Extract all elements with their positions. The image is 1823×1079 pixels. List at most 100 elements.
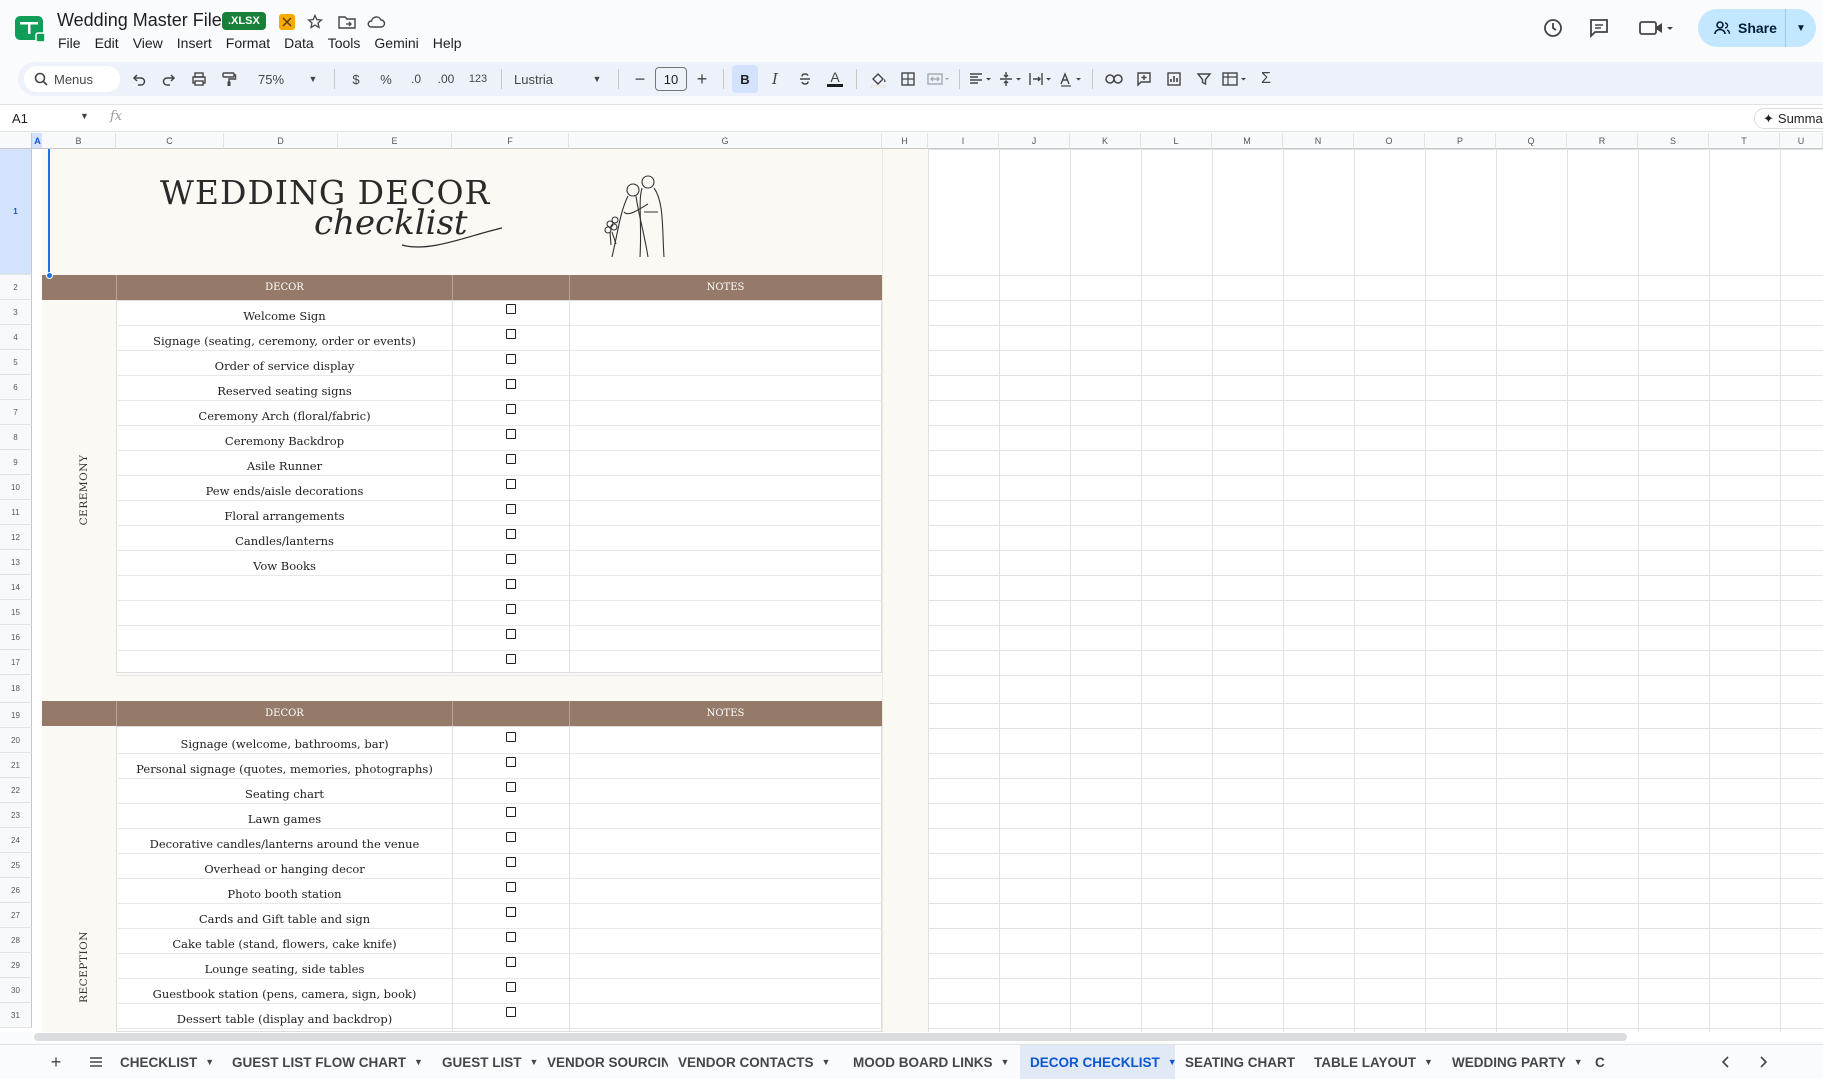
checkbox[interactable] xyxy=(506,957,516,967)
column-header[interactable]: T xyxy=(1709,133,1780,149)
tab-menu-icon[interactable]: ▼ xyxy=(822,1057,831,1067)
row-header[interactable]: 14 xyxy=(0,575,32,600)
row-header[interactable]: 4 xyxy=(0,325,32,350)
move-folder-icon[interactable] xyxy=(336,11,358,33)
filter-icon[interactable] xyxy=(1191,65,1217,93)
vertical-align-icon[interactable] xyxy=(998,65,1024,93)
row-header[interactable]: 25 xyxy=(0,853,32,878)
spreadsheet-grid[interactable]: WEDDING DECOR checklist DECOR NOTES DECO… xyxy=(0,133,1823,1032)
functions-button[interactable]: Σ xyxy=(1253,65,1279,93)
sheet-tab[interactable]: TABLE LAYOUT ▼ xyxy=(1304,1045,1442,1079)
column-header[interactable]: O xyxy=(1354,133,1425,149)
checkbox[interactable] xyxy=(506,807,516,817)
checkbox[interactable] xyxy=(506,1007,516,1017)
insert-chart-icon[interactable] xyxy=(1161,65,1187,93)
row-header[interactable]: 1 xyxy=(0,149,32,275)
decrease-font-size-icon[interactable]: − xyxy=(627,65,653,93)
scroll-tabs-left-icon[interactable] xyxy=(1716,1052,1736,1072)
text-wrapping-icon[interactable] xyxy=(1028,65,1054,93)
checkbox[interactable] xyxy=(506,982,516,992)
checkbox[interactable] xyxy=(506,379,516,389)
column-header[interactable]: E xyxy=(338,133,452,149)
zoom-select[interactable]: 75% xyxy=(246,65,296,93)
column-header[interactable]: Q xyxy=(1496,133,1567,149)
tab-menu-icon[interactable]: ▼ xyxy=(1001,1057,1010,1067)
zoom-dropdown-icon[interactable]: ▼ xyxy=(300,65,326,93)
column-header[interactable]: K xyxy=(1070,133,1141,149)
horizontal-align-icon[interactable] xyxy=(968,65,994,93)
row-header[interactable]: 15 xyxy=(0,600,32,625)
sheet-tab[interactable]: C xyxy=(1585,1045,1696,1079)
row-header[interactable]: 23 xyxy=(0,803,32,828)
checkbox[interactable] xyxy=(506,304,516,314)
filter-views-icon[interactable] xyxy=(1221,65,1249,93)
checkbox[interactable] xyxy=(506,654,516,664)
row-header[interactable]: 28 xyxy=(0,928,32,953)
sheet-tab[interactable]: VENDOR SOURCING▼ xyxy=(537,1045,668,1079)
share-button[interactable]: Share ▼ xyxy=(1698,9,1816,47)
checkbox[interactable] xyxy=(506,404,516,414)
checkbox[interactable] xyxy=(506,907,516,917)
row-header[interactable]: 11 xyxy=(0,500,32,525)
sheet-tab[interactable]: MOOD BOARD LINKS ▼ xyxy=(843,1045,1020,1079)
all-sheets-icon[interactable] xyxy=(86,1052,106,1072)
row-header[interactable]: 29 xyxy=(0,953,32,978)
checkbox[interactable] xyxy=(506,604,516,614)
summarize-button[interactable]: ✦ Summa xyxy=(1754,108,1823,129)
sheet-tab[interactable]: GUEST LIST FLOW CHART ▼ xyxy=(222,1045,432,1079)
column-header[interactable]: M xyxy=(1212,133,1283,149)
italic-button[interactable]: I xyxy=(762,65,788,93)
column-header[interactable]: P xyxy=(1425,133,1496,149)
increase-decimal-button[interactable]: .00 xyxy=(433,65,459,93)
print-icon[interactable] xyxy=(186,65,212,93)
tab-menu-icon[interactable]: ▼ xyxy=(414,1057,423,1067)
checkbox[interactable] xyxy=(506,932,516,942)
checkbox[interactable] xyxy=(506,782,516,792)
row-header[interactable]: 27 xyxy=(0,903,32,928)
row-header[interactable]: 31 xyxy=(0,1003,32,1028)
scroll-tabs-right-icon[interactable] xyxy=(1753,1052,1773,1072)
fill-color-icon[interactable] xyxy=(865,65,891,93)
percent-format-button[interactable]: % xyxy=(373,65,399,93)
text-color-button[interactable]: A xyxy=(822,65,848,93)
font-dropdown-icon[interactable]: ▼ xyxy=(584,65,610,93)
row-header[interactable]: 3 xyxy=(0,300,32,325)
checkbox[interactable] xyxy=(506,554,516,564)
checkbox[interactable] xyxy=(506,629,516,639)
scrollbar-thumb[interactable] xyxy=(34,1033,1627,1041)
row-header[interactable]: 19 xyxy=(0,703,32,728)
redo-icon[interactable] xyxy=(156,65,182,93)
row-header[interactable]: 16 xyxy=(0,625,32,650)
menu-insert[interactable]: Insert xyxy=(170,35,219,51)
sheet-tab[interactable]: DECOR CHECKLIST ▼ xyxy=(1020,1045,1175,1079)
insert-comment-icon[interactable] xyxy=(1131,65,1157,93)
column-header[interactable]: D xyxy=(224,133,338,149)
row-header[interactable]: 24 xyxy=(0,828,32,853)
checkbox[interactable] xyxy=(506,429,516,439)
menu-help[interactable]: Help xyxy=(426,35,469,51)
column-header[interactable]: H xyxy=(882,133,928,149)
checkbox[interactable] xyxy=(506,529,516,539)
merge-cells-icon[interactable] xyxy=(925,65,951,93)
checkbox[interactable] xyxy=(506,857,516,867)
name-box-dropdown-icon[interactable]: ▼ xyxy=(80,111,89,121)
row-header[interactable]: 8 xyxy=(0,425,32,450)
currency-format-button[interactable]: $ xyxy=(343,65,369,93)
add-sheet-icon[interactable]: + xyxy=(46,1052,66,1072)
column-header[interactable]: J xyxy=(999,133,1070,149)
undo-icon[interactable] xyxy=(126,65,152,93)
column-header[interactable]: R xyxy=(1567,133,1638,149)
paint-format-icon[interactable] xyxy=(216,65,242,93)
menu-data[interactable]: Data xyxy=(277,35,321,51)
cloud-status-icon[interactable] xyxy=(365,11,387,33)
checkbox[interactable] xyxy=(506,354,516,364)
row-header[interactable]: 10 xyxy=(0,475,32,500)
column-header[interactable]: F xyxy=(452,133,569,149)
column-header[interactable]: S xyxy=(1638,133,1709,149)
row-header[interactable]: 21 xyxy=(0,753,32,778)
horizontal-scrollbar[interactable] xyxy=(32,1032,1823,1042)
menu-gemini[interactable]: Gemini xyxy=(367,35,425,51)
font-size-input[interactable]: 10 xyxy=(655,67,687,91)
bold-button[interactable]: B xyxy=(732,65,758,93)
increase-font-size-icon[interactable]: + xyxy=(689,65,715,93)
